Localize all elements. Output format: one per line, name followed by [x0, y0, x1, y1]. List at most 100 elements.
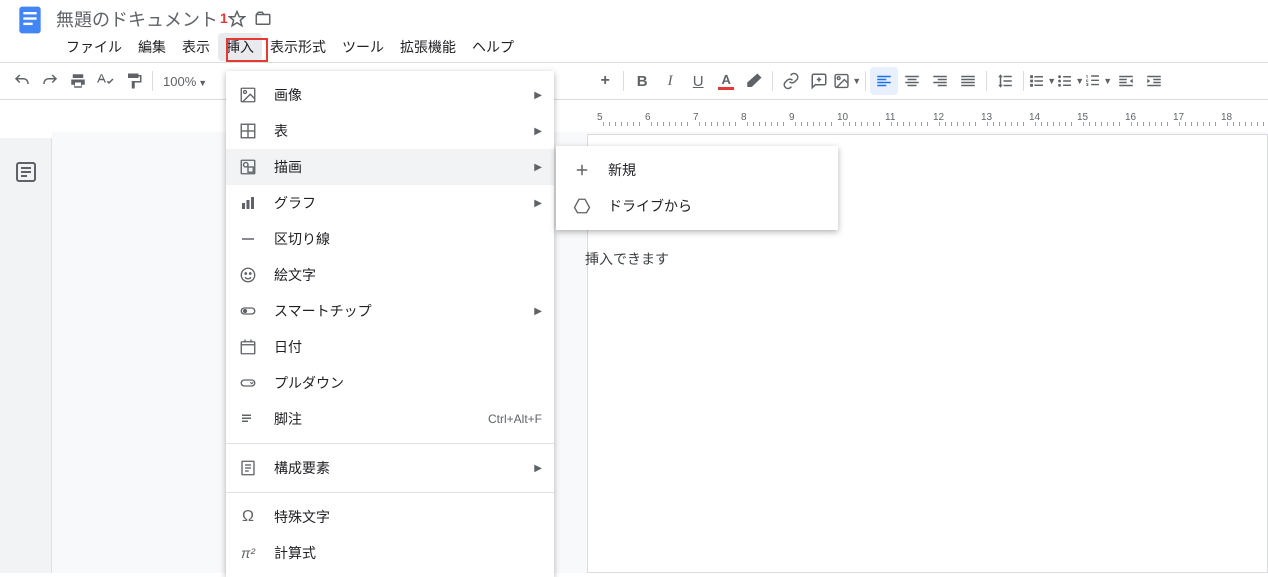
increase-font-icon[interactable]: +	[591, 67, 619, 95]
align-left-icon[interactable]	[870, 67, 898, 95]
text-color-icon[interactable]: A	[712, 67, 740, 95]
page-hint-text: 挿入できます	[585, 249, 669, 269]
bold-icon[interactable]: B	[628, 67, 656, 95]
table-icon	[238, 121, 258, 141]
increase-indent-icon[interactable]	[1140, 67, 1168, 95]
submenu-arrow-icon: ▶	[534, 90, 542, 101]
menu-format[interactable]: 表示形式	[262, 33, 334, 61]
ruler-number: 9	[789, 112, 795, 123]
toolbar-separator	[623, 71, 624, 91]
insert-table[interactable]: 表 ▶	[226, 113, 554, 149]
insert-image-icon[interactable]: ▼	[833, 67, 861, 95]
menu-label: 脚注	[274, 409, 488, 429]
highlight-color-icon[interactable]	[740, 67, 768, 95]
insert-drawing[interactable]: 描画 ▶	[226, 149, 554, 185]
submenu-arrow-icon: ▶	[534, 162, 542, 173]
submenu-label: ドライブから	[608, 196, 692, 216]
drive-icon	[572, 196, 592, 216]
toolbar-separator	[152, 71, 153, 91]
submenu-arrow-icon: ▶	[534, 198, 542, 209]
ruler-number: 6	[645, 112, 651, 123]
submenu-arrow-icon: ▶	[534, 463, 542, 474]
insert-chart[interactable]: グラフ ▶	[226, 185, 554, 221]
outline-icon[interactable]	[14, 160, 38, 184]
menu-label: 描画	[274, 157, 534, 177]
menu-extensions[interactable]: 拡張機能	[392, 33, 464, 61]
menu-view[interactable]: 表示	[174, 33, 218, 61]
undo-icon[interactable]	[8, 67, 36, 95]
horizontal-rule-icon	[238, 229, 258, 249]
menu-label: 日付	[274, 337, 542, 357]
menu-label: 区切り線	[274, 229, 542, 249]
drawing-from-drive[interactable]: ドライブから	[556, 188, 838, 224]
align-justify-icon[interactable]	[954, 67, 982, 95]
horizontal-ruler[interactable]: 56789101112131415161718	[587, 110, 1268, 130]
line-spacing-icon[interactable]	[991, 67, 1019, 95]
toolbar-separator	[986, 71, 987, 91]
menu-label: 構成要素	[274, 458, 534, 478]
document-title[interactable]: 無題のドキュメント	[56, 6, 218, 32]
bulleted-list-icon[interactable]: ▼	[1056, 67, 1084, 95]
menu-label: 計算式	[274, 543, 542, 563]
insert-smartchip[interactable]: スマートチップ ▶	[226, 293, 554, 329]
insert-footnote[interactable]: 脚注 Ctrl+Alt+F	[226, 401, 554, 437]
underline-icon[interactable]: U	[684, 67, 712, 95]
equation-icon: π²	[238, 543, 258, 563]
insert-image[interactable]: 画像 ▶	[226, 77, 554, 113]
paint-format-icon[interactable]	[120, 67, 148, 95]
insert-hr[interactable]: 区切り線	[226, 221, 554, 257]
checklist-icon[interactable]: ▼	[1028, 67, 1056, 95]
redo-icon[interactable]	[36, 67, 64, 95]
plus-icon	[572, 160, 592, 180]
add-comment-icon[interactable]	[805, 67, 833, 95]
dropdown-icon	[238, 373, 258, 393]
align-center-icon[interactable]	[898, 67, 926, 95]
toolbar-separator	[865, 71, 866, 91]
insert-emoji[interactable]: 絵文字	[226, 257, 554, 293]
insert-link-icon[interactable]	[777, 67, 805, 95]
menu-separator	[226, 492, 554, 493]
footnote-icon	[238, 409, 258, 429]
left-gutter	[0, 138, 52, 573]
insert-date[interactable]: 日付	[226, 329, 554, 365]
toolbar-separator	[772, 71, 773, 91]
building-blocks-icon	[238, 458, 258, 478]
menu-help[interactable]: ヘルプ	[464, 33, 522, 61]
ruler-number: 7	[693, 112, 699, 123]
align-right-icon[interactable]	[926, 67, 954, 95]
drawing-icon	[238, 157, 258, 177]
annotation-box-1	[226, 38, 268, 62]
insert-dropdown[interactable]: プルダウン	[226, 365, 554, 401]
smartchip-icon	[238, 301, 258, 321]
submenu-label: 新規	[608, 160, 636, 180]
insert-special-chars[interactable]: Ω 特殊文字	[226, 499, 554, 535]
docs-logo-icon[interactable]	[14, 4, 46, 36]
decrease-indent-icon[interactable]	[1112, 67, 1140, 95]
menu-label: 表	[274, 121, 534, 141]
menu-separator	[226, 443, 554, 444]
star-icon[interactable]	[228, 10, 246, 28]
print-icon[interactable]	[64, 67, 92, 95]
menu-shortcut: Ctrl+Alt+F	[488, 412, 542, 426]
submenu-arrow-icon: ▶	[534, 126, 542, 137]
move-icon[interactable]	[254, 10, 272, 28]
insert-equation[interactable]: π² 計算式	[226, 535, 554, 571]
spellcheck-icon[interactable]	[92, 67, 120, 95]
toolbar-separator	[1023, 71, 1024, 91]
ruler-number: 8	[741, 112, 747, 123]
numbered-list-icon[interactable]: ▼	[1084, 67, 1112, 95]
insert-building-blocks[interactable]: 構成要素 ▶	[226, 450, 554, 486]
drawing-new[interactable]: 新規	[556, 152, 838, 188]
menu-file[interactable]: ファイル	[58, 33, 130, 61]
menu-label: グラフ	[274, 193, 534, 213]
menu-label: 絵文字	[274, 265, 542, 285]
menu-label: スマートチップ	[274, 301, 534, 321]
menu-tools[interactable]: ツール	[334, 33, 392, 61]
ruler-number: 5	[597, 112, 603, 123]
zoom-dropdown[interactable]: 100%▼	[157, 74, 213, 89]
menu-label: 画像	[274, 85, 534, 105]
menu-label: 特殊文字	[274, 507, 542, 527]
italic-icon[interactable]: I	[656, 67, 684, 95]
submenu-arrow-icon: ▶	[534, 306, 542, 317]
menu-edit[interactable]: 編集	[130, 33, 174, 61]
